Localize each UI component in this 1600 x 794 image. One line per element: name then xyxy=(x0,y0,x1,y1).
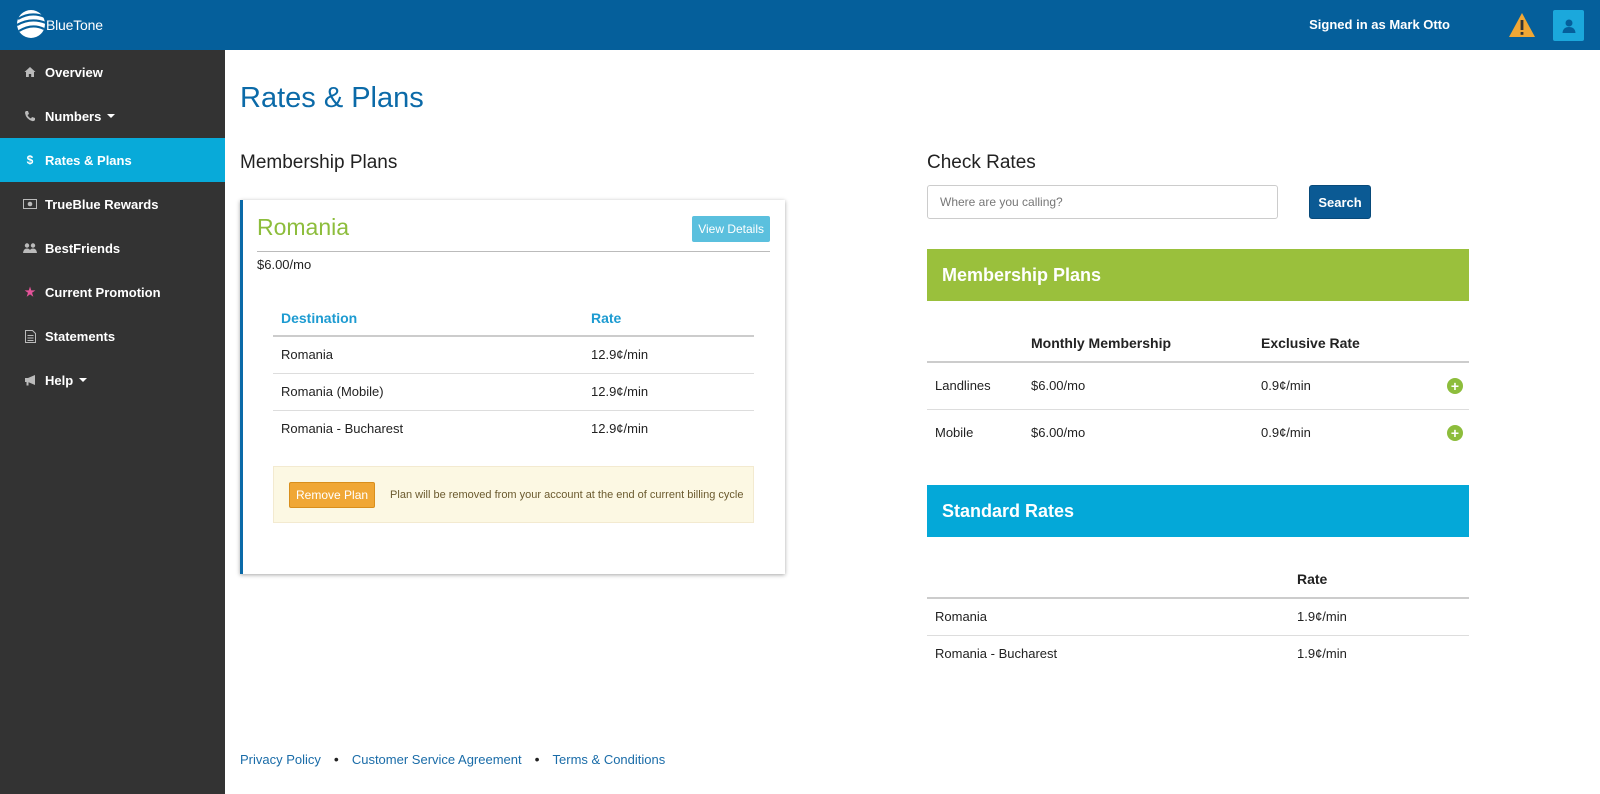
globe-logo-icon xyxy=(16,10,47,38)
brand-logo[interactable]: BlueTone xyxy=(14,7,103,43)
column-header-destination: Destination xyxy=(273,300,583,337)
membership-plans-banner: Membership Plans xyxy=(927,249,1469,301)
document-icon xyxy=(23,329,37,343)
sidebar-item-label: Statements xyxy=(45,328,116,344)
sidebar-item-label: BestFriends xyxy=(45,240,121,256)
plan-name: Romania xyxy=(257,214,350,240)
exclusive-rate-cell: 0.9¢/min xyxy=(1253,362,1433,410)
remove-plan-notice-text: Plan will be removed from your account a… xyxy=(390,488,744,501)
dollar-icon: $ xyxy=(26,153,34,167)
table-header-row: Rate xyxy=(927,560,1469,599)
plan-type-cell: Mobile xyxy=(935,425,974,441)
sidebar-item-rates-plans[interactable]: $ Rates & Plans xyxy=(0,138,225,182)
search-input[interactable] xyxy=(927,185,1278,219)
top-navbar: BlueTone Signed in as Mark Otto xyxy=(0,0,1600,50)
star-icon: ★ xyxy=(24,285,36,299)
sidebar-item-trueblue-rewards[interactable]: TrueBlue Rewards xyxy=(0,182,225,226)
sidebar-item-statements[interactable]: Statements xyxy=(0,314,225,358)
table-header-row: Monthly Membership Exclusive Rate xyxy=(927,324,1469,363)
money-icon xyxy=(23,197,37,211)
plan-card: Romania View Details $6.00/mo Destinatio… xyxy=(240,200,785,574)
separator-dot: • xyxy=(333,751,339,767)
membership-plans-table: Monthly Membership Exclusive Rate Landli… xyxy=(927,324,1469,456)
plan-price: $6.00/mo xyxy=(257,257,312,272)
column-header-rate: Rate xyxy=(583,300,754,337)
plan-rates-table: Destination Rate Romania 12.9¢/min Roman… xyxy=(273,300,754,447)
sidebar-item-label: TrueBlue Rewards xyxy=(45,196,159,212)
action-cell: + xyxy=(1433,409,1469,456)
table-row: Romania - Bucharest 12.9¢/min xyxy=(273,410,754,447)
destination-cell: Romania - Bucharest xyxy=(935,646,1058,662)
column-header-monthly-membership: Monthly Membership xyxy=(1023,324,1253,363)
sidebar-item-label: Current Promotion xyxy=(45,284,161,300)
plus-circle-icon[interactable]: + xyxy=(1447,424,1463,441)
user-icon xyxy=(1562,19,1575,33)
sidebar-item-label: Help xyxy=(45,372,74,388)
brand-name: BlueTone xyxy=(46,17,103,33)
plan-type-cell: Landlines xyxy=(927,362,1023,410)
action-cell: + xyxy=(1433,362,1469,410)
search-button[interactable]: Search xyxy=(1309,185,1371,219)
rate-cell: 1.9¢/min xyxy=(1297,646,1347,662)
sidebar-item-numbers[interactable]: Numbers xyxy=(0,94,225,138)
table-row: Romania (Mobile) 12.9¢/min xyxy=(273,373,754,411)
view-details-button[interactable]: View Details xyxy=(692,216,770,242)
column-header-rate: Rate xyxy=(1289,560,1469,599)
privacy-policy-link[interactable]: Privacy Policy xyxy=(240,752,321,767)
column-header-type xyxy=(927,324,1023,363)
sidebar-item-label: Numbers xyxy=(45,108,102,124)
table-row: Mobile $6.00/mo 0.9¢/min + xyxy=(927,409,1469,456)
membership-plans-heading: Membership Plans xyxy=(240,152,398,173)
standard-rates-table: Rate Romania 1.9¢/min Romania - Buchares… xyxy=(927,560,1469,672)
standard-rates-banner: Standard Rates xyxy=(927,485,1469,537)
sidebar-item-label: Overview xyxy=(45,64,103,80)
monthly-membership-cell: $6.00/mo xyxy=(1031,425,1086,441)
destination-cell: Romania (Mobile) xyxy=(273,373,583,411)
remove-plan-button[interactable]: Remove Plan xyxy=(289,481,376,508)
footer: Privacy Policy • Customer Service Agreem… xyxy=(240,751,665,767)
destination-cell: Romania xyxy=(927,598,1289,636)
table-header-row: Destination Rate xyxy=(273,300,754,337)
table-row: Landlines $6.00/mo 0.9¢/min + xyxy=(927,362,1469,410)
monthly-membership-cell: $6.00/mo xyxy=(1023,362,1253,410)
check-rates-heading: Check Rates xyxy=(927,152,1036,173)
terms-conditions-link[interactable]: Terms & Conditions xyxy=(553,752,666,767)
destination-cell: Romania - Bucharest xyxy=(281,421,404,437)
sidebar-item-help[interactable]: Help xyxy=(0,358,225,402)
rate-cell: 12.9¢/min xyxy=(583,373,754,411)
page-title: Rates & Plans xyxy=(240,82,424,114)
group-icon xyxy=(23,241,37,255)
home-icon xyxy=(23,65,37,79)
column-header-exclusive-rate: Exclusive Rate xyxy=(1253,324,1433,363)
table-row: Romania - Bucharest 1.9¢/min xyxy=(927,635,1469,672)
sidebar-item-overview[interactable]: Overview xyxy=(0,50,225,94)
destination-cell: Romania xyxy=(273,336,583,374)
caret-down-icon xyxy=(79,378,88,382)
caret-down-icon xyxy=(107,114,116,118)
table-row: Romania 1.9¢/min xyxy=(927,598,1469,636)
sidebar: Overview Numbers $ Rates & Plans TrueBlu… xyxy=(0,50,225,794)
table-row: Romania 12.9¢/min xyxy=(273,336,754,374)
rate-cell: 12.9¢/min xyxy=(583,336,754,374)
sidebar-item-bestfriends[interactable]: BestFriends xyxy=(0,226,225,270)
separator-dot: • xyxy=(534,751,540,767)
sidebar-item-current-promotion[interactable]: ★ Current Promotion xyxy=(0,270,225,314)
sidebar-item-label: Rates & Plans xyxy=(45,152,132,168)
phone-icon xyxy=(23,109,37,123)
exclusive-rate-cell: 0.9¢/min xyxy=(1261,425,1311,441)
divider xyxy=(257,251,770,252)
user-menu-button[interactable] xyxy=(1553,10,1584,41)
rate-cell: 1.9¢/min xyxy=(1289,598,1469,636)
rate-cell: 12.9¢/min xyxy=(591,421,649,437)
remove-plan-notice: Remove Plan Plan will be removed from yo… xyxy=(273,466,754,523)
megaphone-icon xyxy=(23,373,37,387)
signed-in-label: Signed in as Mark Otto xyxy=(1309,17,1450,32)
customer-service-agreement-link[interactable]: Customer Service Agreement xyxy=(352,752,522,767)
column-header-action xyxy=(1433,324,1469,363)
plus-circle-icon[interactable]: + xyxy=(1447,377,1463,394)
warning-icon[interactable] xyxy=(1508,12,1536,38)
column-header-destination xyxy=(927,560,1289,599)
